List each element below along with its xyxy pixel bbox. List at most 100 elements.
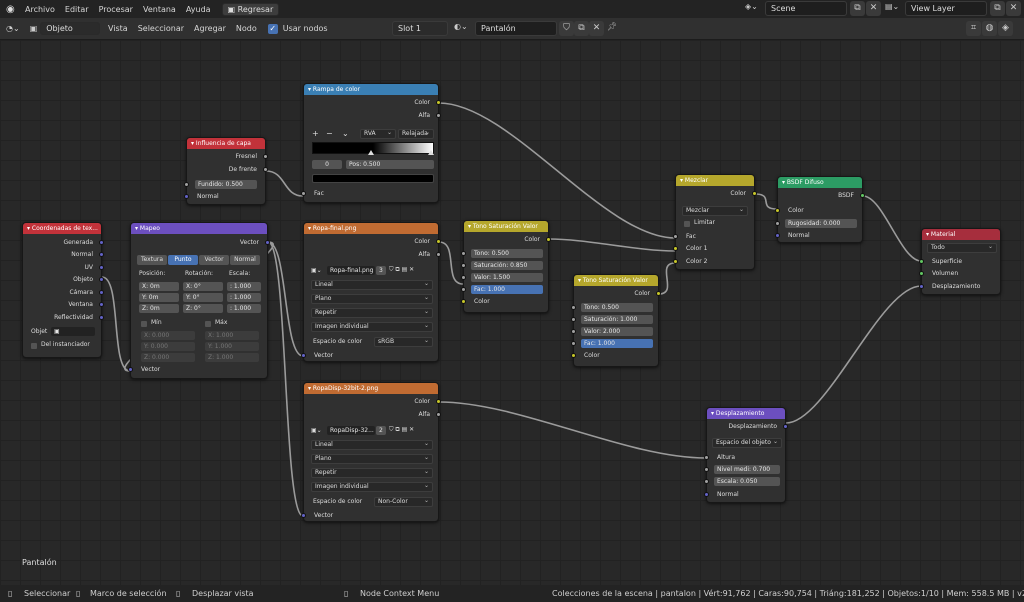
- node-link[interactable]: [548, 238, 676, 252]
- socket-scale[interactable]: [704, 479, 709, 484]
- pin-icon[interactable]: 📌︎: [607, 22, 617, 31]
- menu-archivo[interactable]: Archivo: [20, 5, 60, 14]
- socket-color[interactable]: [436, 399, 441, 404]
- socket-object[interactable]: [99, 277, 104, 282]
- node-header[interactable]: BSDF Difuso: [778, 177, 862, 188]
- node-header[interactable]: Tono Saturación Valor: [464, 221, 548, 232]
- back-button[interactable]: ▣ Regresar: [221, 2, 280, 16]
- node-header[interactable]: Mapeo: [131, 223, 267, 234]
- stop-position-field[interactable]: Pos: 0.500: [346, 160, 434, 169]
- socket-roughness[interactable]: [775, 221, 780, 226]
- socket-color-in[interactable]: [571, 353, 576, 358]
- socket-camera[interactable]: [99, 290, 104, 295]
- tab-normal[interactable]: Normal: [230, 255, 260, 265]
- extension-dropdown[interactable]: Repetir: [311, 468, 433, 478]
- rotation-x-field[interactable]: X: 0°: [183, 282, 223, 291]
- socket-fac[interactable]: [571, 341, 576, 346]
- node-image-texture-2[interactable]: RopaDisp-32bit-2.png Color Alfa ▣⌄ RopaD…: [301, 382, 441, 522]
- socket-normal[interactable]: [99, 252, 104, 257]
- node-link[interactable]: [265, 170, 304, 197]
- socket-reflection[interactable]: [99, 315, 104, 320]
- material-name-field[interactable]: Pantalón: [475, 21, 557, 36]
- scale-x-field[interactable]: : 1.000: [227, 282, 261, 291]
- image-action-icons[interactable]: ⛉ ⧉ ▤ ✕: [389, 426, 414, 434]
- min-checkbox[interactable]: [141, 321, 147, 327]
- backdrop-icon[interactable]: ◈: [998, 21, 1013, 36]
- color-mode-dropdown[interactable]: RVA: [360, 129, 396, 139]
- menu-vista[interactable]: Vista: [103, 24, 133, 33]
- space-dropdown[interactable]: Espacio del objeto: [712, 438, 782, 448]
- menu-procesar[interactable]: Procesar: [94, 5, 138, 14]
- menu-nodo[interactable]: Nodo: [231, 24, 262, 33]
- image-users-count[interactable]: 3: [376, 266, 386, 275]
- blender-logo-icon[interactable]: ◉: [6, 4, 20, 15]
- node-hue-saturation-2[interactable]: Tono Saturación Valor Color Tono: 0.500 …: [571, 274, 661, 367]
- projection-dropdown[interactable]: Plano: [311, 454, 433, 464]
- node-link[interactable]: [267, 241, 304, 357]
- socket-alpha[interactable]: [436, 252, 441, 257]
- socket-fresnel[interactable]: [263, 154, 268, 159]
- scene-name-field[interactable]: Scene: [765, 1, 847, 16]
- socket-color[interactable]: [436, 100, 441, 105]
- fac-field[interactable]: Fac: 1.000: [581, 339, 653, 348]
- node-header[interactable]: Material: [922, 229, 1000, 240]
- node-link[interactable]: [438, 102, 676, 239]
- node-mapping[interactable]: Mapeo Vector Textura Punto Vector Normal…: [128, 222, 270, 379]
- clamp-checkbox[interactable]: [684, 221, 690, 227]
- stop-index-field[interactable]: 0: [312, 160, 342, 169]
- position-x-field[interactable]: X: 0m: [139, 282, 179, 291]
- editor-type-icon[interactable]: ◔⌄: [6, 24, 20, 33]
- menu-ventana[interactable]: Ventana: [138, 5, 181, 14]
- socket-hue[interactable]: [461, 251, 466, 256]
- interpolation-dropdown[interactable]: Relajada: [398, 129, 434, 139]
- socket-vector-in[interactable]: [128, 367, 133, 372]
- socket-color-in[interactable]: [775, 208, 780, 213]
- saturation-field[interactable]: Saturación: 0.850: [471, 261, 543, 270]
- slot-dropdown[interactable]: Slot 1: [392, 21, 448, 36]
- menu-seleccionar[interactable]: Seleccionar: [133, 24, 189, 33]
- node-link[interactable]: [754, 193, 778, 210]
- node-header[interactable]: Influencia de capa: [187, 138, 265, 149]
- socket-value[interactable]: [571, 329, 576, 334]
- socket-displacement-out[interactable]: [783, 424, 788, 429]
- rotation-z-field[interactable]: Z: 0°: [183, 304, 223, 313]
- fake-user-shield-icon[interactable]: ⛉: [559, 21, 574, 36]
- socket-normal-in[interactable]: [184, 194, 189, 199]
- target-dropdown[interactable]: Todo: [927, 243, 997, 253]
- socket-surface[interactable]: [919, 259, 924, 264]
- remove-stop-icon[interactable]: −: [326, 129, 333, 138]
- object-mode-dropdown[interactable]: Objeto: [40, 22, 101, 35]
- shader-type-icon[interactable]: ▣: [30, 24, 38, 33]
- socket-normal-in[interactable]: [775, 233, 780, 238]
- duplicate-material-icon[interactable]: ⧉: [574, 21, 589, 36]
- socket-window[interactable]: [99, 302, 104, 307]
- node-hue-saturation-1[interactable]: Tono Saturación Valor Color Tono: 0.500 …: [461, 220, 551, 313]
- blend-field[interactable]: Fundido: 0.500: [195, 180, 257, 189]
- socket-midlevel[interactable]: [704, 467, 709, 472]
- interpolation-dropdown[interactable]: Lineal: [311, 440, 433, 450]
- hue-field[interactable]: Tono: 0.500: [471, 249, 543, 258]
- value-field[interactable]: Valor: 2.000: [581, 327, 653, 336]
- node-color-ramp[interactable]: Rampa de color Color Alfa + − ⌄ RVA Rela…: [301, 83, 441, 203]
- snap-icon[interactable]: ◍: [982, 21, 997, 36]
- delete-scene-icon[interactable]: ✕: [866, 1, 881, 16]
- object-picker-field[interactable]: ▣: [51, 327, 95, 336]
- scale-field[interactable]: Escala: 0.050: [714, 477, 780, 486]
- socket-fac[interactable]: [673, 234, 678, 239]
- socket-vector-in[interactable]: [301, 353, 306, 358]
- new-scene-icon[interactable]: ⧉: [850, 1, 865, 16]
- socket-hue[interactable]: [571, 305, 576, 310]
- midlevel-field[interactable]: Nivel medi: 0.700: [714, 465, 780, 474]
- socket-color-out[interactable]: [752, 191, 757, 196]
- image-name-field[interactable]: RopaDisp-32...: [327, 426, 375, 435]
- colorspace-dropdown[interactable]: Non-Color: [374, 497, 433, 507]
- node-link[interactable]: [862, 195, 922, 262]
- tab-texture[interactable]: Textura: [137, 255, 167, 265]
- node-layer-weight[interactable]: Influencia de capa Fresnel De frente Fun…: [184, 137, 268, 205]
- socket-color-out[interactable]: [656, 291, 661, 296]
- scale-z-field[interactable]: : 1.000: [227, 304, 261, 313]
- socket-color-in[interactable]: [461, 299, 466, 304]
- from-instancer-checkbox[interactable]: [31, 343, 37, 349]
- socket-color-2[interactable]: [673, 259, 678, 264]
- projection-dropdown[interactable]: Plano: [311, 294, 433, 304]
